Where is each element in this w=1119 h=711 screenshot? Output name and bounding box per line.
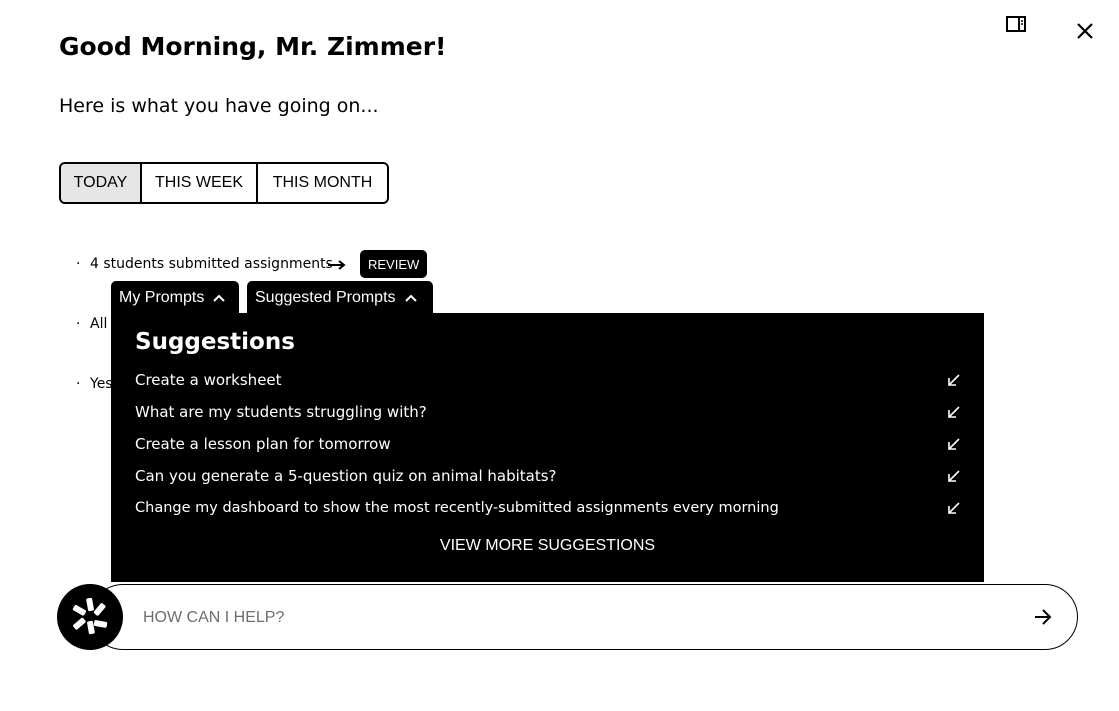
tab-this-month[interactable]: THIS MONTH	[258, 164, 387, 202]
bullet-icon: ·	[76, 376, 81, 392]
suggestions-heading: Suggestions	[135, 329, 295, 355]
suggestion-item[interactable]: Change my dashboard to show the most rec…	[135, 494, 961, 522]
suggestion-item[interactable]: Create a worksheet	[135, 366, 961, 394]
suggestions-panel: Suggestions Create a worksheet What are …	[111, 313, 984, 582]
view-more-suggestions-button[interactable]: VIEW MORE SUGGESTIONS	[111, 537, 984, 555]
insert-arrow-icon	[948, 406, 960, 418]
close-icon[interactable]	[1074, 20, 1096, 42]
activity-item: · 4 students submitted assignments	[76, 256, 333, 272]
insert-arrow-icon	[948, 438, 960, 450]
assistant-logo-icon	[72, 597, 108, 635]
time-filter: TODAY THIS WEEK THIS MONTH	[59, 162, 389, 204]
tab-label: My Prompts	[119, 288, 205, 306]
chevron-up-icon	[404, 294, 417, 302]
insert-arrow-icon	[948, 374, 960, 386]
chat-input-box	[90, 584, 1078, 650]
greeting-title: Good Morning, Mr. Zimmer!	[59, 32, 447, 61]
chat-input[interactable]	[141, 603, 1005, 633]
bullet-icon: ·	[76, 316, 81, 332]
suggestion-item[interactable]: Create a lesson plan for tomorrow	[135, 430, 961, 458]
tab-my-prompts[interactable]: My Prompts	[111, 281, 239, 314]
assistant-logo	[57, 584, 123, 650]
suggestion-text: Create a worksheet	[135, 371, 282, 389]
suggestion-text: What are my students struggling with?	[135, 403, 427, 421]
greeting-subtitle: Here is what you have going on...	[59, 95, 379, 117]
arrow-right-icon	[328, 260, 346, 270]
insert-arrow-icon	[948, 502, 960, 514]
activity-text: 4 students submitted assignments	[90, 256, 333, 272]
suggestion-text: Can you generate a 5-question quiz on an…	[135, 467, 557, 485]
bullet-icon: ·	[76, 256, 81, 272]
suggestion-text: Change my dashboard to show the most rec…	[135, 500, 779, 516]
activity-item: · Yes	[76, 376, 113, 392]
tab-this-week[interactable]: THIS WEEK	[142, 164, 258, 202]
send-arrow-icon[interactable]	[1031, 605, 1055, 629]
tab-label: Suggested Prompts	[255, 288, 396, 306]
suggestion-item[interactable]: Can you generate a 5-question quiz on an…	[135, 462, 961, 490]
suggestion-text: Create a lesson plan for tomorrow	[135, 435, 391, 453]
suggestion-item[interactable]: What are my students struggling with?	[135, 398, 961, 426]
activity-text: All	[90, 316, 108, 332]
review-button[interactable]: REVIEW	[360, 250, 428, 278]
chevron-up-icon	[213, 294, 226, 302]
insert-arrow-icon	[948, 470, 960, 482]
tab-today[interactable]: TODAY	[61, 164, 142, 202]
activity-text: Yes	[90, 376, 113, 392]
activity-item: · All	[76, 316, 107, 332]
side-panel-icon[interactable]	[1006, 16, 1026, 32]
tab-suggested-prompts[interactable]: Suggested Prompts	[247, 281, 433, 314]
